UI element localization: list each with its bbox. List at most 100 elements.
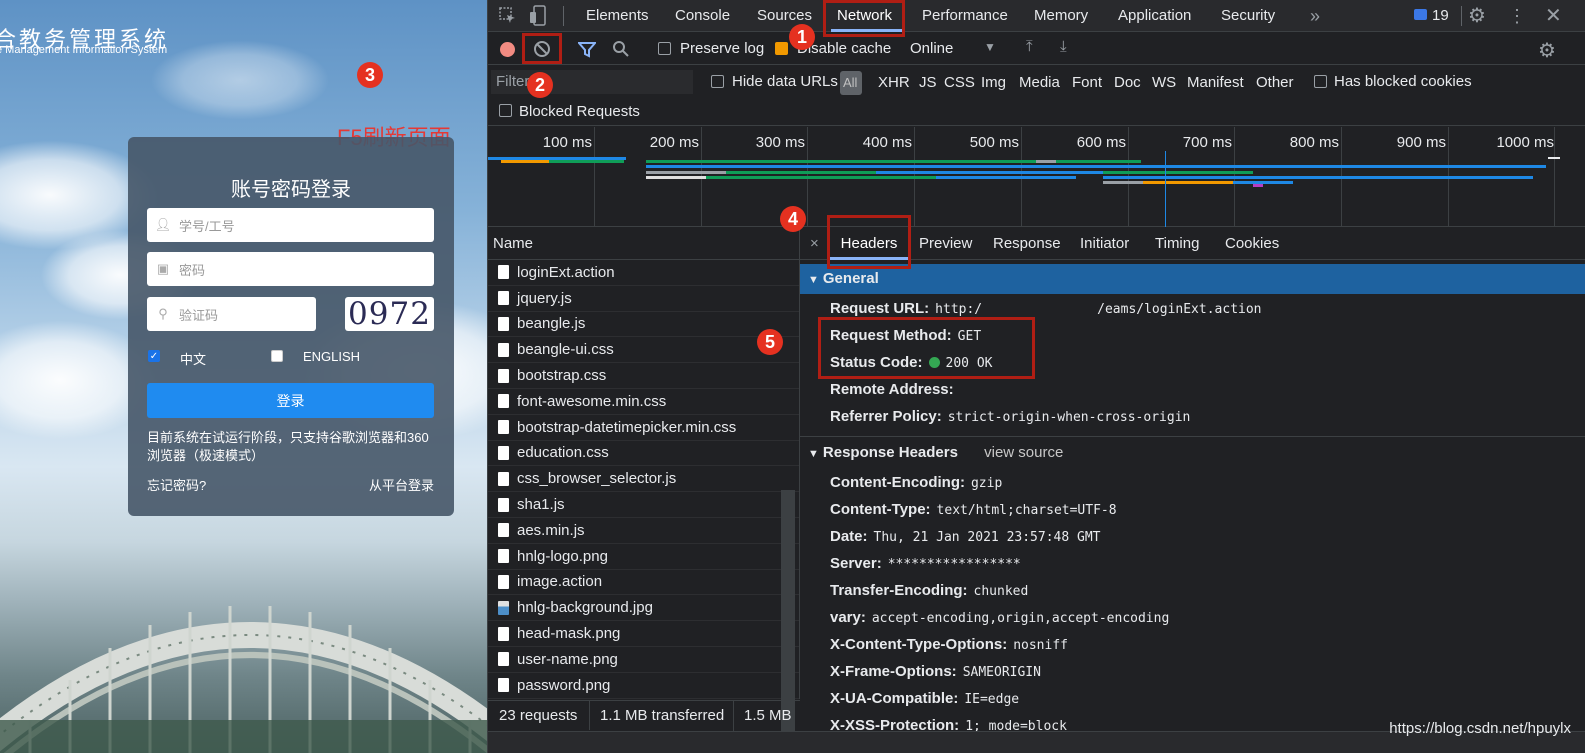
response-header-row: Server: ***************** (830, 555, 1021, 572)
disable-cache-checkbox[interactable] (775, 42, 788, 55)
tab-cookies[interactable]: Cookies (1225, 228, 1279, 260)
general-section-header[interactable]: ▼ General (800, 264, 1585, 294)
request-row[interactable]: image.action (488, 570, 799, 596)
document-file-icon (498, 678, 509, 693)
more-tabs-button[interactable]: » (1310, 0, 1320, 32)
type-filter-font[interactable]: Font (1072, 74, 1102, 91)
blocked-requests-checkbox[interactable] (499, 104, 512, 117)
timeline-tick-label: 900 ms (1396, 134, 1446, 151)
settings-gear-icon[interactable]: ⚙ (1468, 0, 1486, 32)
preserve-log-checkbox[interactable] (658, 42, 671, 55)
record-icon[interactable] (500, 42, 515, 57)
request-row[interactable]: sha1.js (488, 492, 799, 518)
type-filter-img[interactable]: Img (981, 74, 1006, 91)
device-toolbar-icon[interactable] (529, 5, 547, 27)
throttle-select[interactable]: Online (910, 40, 953, 57)
filter-bar: Filter Hide data URLs All XHR JS CSS Img… (488, 66, 1585, 126)
request-row[interactable]: beangle-ui.css (488, 337, 799, 364)
lang-en-checkbox[interactable] (271, 350, 283, 362)
response-header-row: Date: Thu, 21 Jan 2021 23:57:48 GMT (830, 528, 1101, 545)
password-input[interactable]: ▣ 密码 (147, 252, 434, 286)
source-watermark: https://blog.csdn.net/hpuylx (1389, 720, 1571, 737)
lang-cn-label: 中文 (180, 352, 207, 367)
timeline-bar (1253, 184, 1263, 187)
view-source-link[interactable]: view source (984, 444, 1063, 461)
tab-timing[interactable]: Timing (1155, 228, 1199, 260)
timeline-bar (876, 171, 1106, 174)
platform-login-link[interactable]: 从平台登录 (369, 475, 434, 494)
request-row[interactable]: head-mask.png (488, 621, 799, 647)
request-row[interactable]: jquery.js (488, 286, 799, 312)
type-filter-ws[interactable]: WS (1152, 74, 1176, 91)
response-header-row: X-Content-Type-Options: nosniff (830, 636, 1068, 653)
tab-console[interactable]: Console (675, 0, 730, 32)
captcha-input[interactable]: ⚲ 验证码 (147, 297, 316, 331)
request-name: bootstrap-datetimepicker.min.css (517, 418, 737, 436)
request-name: font-awesome.min.css (517, 392, 667, 410)
tab-headers[interactable]: Headers (830, 228, 908, 260)
has-blocked-cookies-checkbox[interactable] (1314, 75, 1327, 88)
type-filter-xhr[interactable]: XHR (878, 74, 910, 91)
request-url-value-end: /eams/loginExt.action (1097, 302, 1262, 317)
network-timeline-overview[interactable]: 100 ms 200 ms 300 ms 400 ms 500 ms 600 m… (488, 127, 1585, 227)
issues-icon[interactable] (1414, 9, 1427, 20)
name-column-header[interactable]: Name (488, 228, 799, 260)
tab-performance[interactable]: Performance (922, 0, 1008, 32)
network-settings-gear-icon[interactable]: ⚙ (1538, 38, 1556, 63)
request-name: user-name.png (517, 650, 618, 668)
blocked-requests-label: Blocked Requests (519, 103, 640, 120)
divider (563, 6, 564, 26)
more-options-icon[interactable]: ⋮ (1508, 0, 1526, 32)
request-row[interactable]: loginExt.action (488, 260, 799, 286)
type-filter-js[interactable]: JS (919, 74, 937, 91)
search-icon[interactable] (612, 40, 630, 58)
tab-preview[interactable]: Preview (919, 228, 972, 260)
tab-response[interactable]: Response (993, 228, 1061, 260)
request-row[interactable]: bootstrap.css (488, 363, 799, 389)
tab-application[interactable]: Application (1118, 0, 1191, 32)
inspect-element-icon[interactable] (499, 7, 517, 25)
type-filter-other[interactable]: Other (1256, 74, 1294, 91)
username-input[interactable]: 👤︎ 学号/工号 (147, 208, 434, 242)
clear-icon[interactable] (533, 40, 551, 58)
tab-initiator[interactable]: Initiator (1080, 228, 1129, 260)
type-filter-doc[interactable]: Doc (1114, 74, 1141, 91)
header-key: X-UA-Compatible: (830, 690, 959, 707)
request-row[interactable]: aes.min.js (488, 518, 799, 544)
hide-data-urls-checkbox[interactable] (711, 75, 724, 88)
request-row[interactable]: beangle.js (488, 312, 799, 338)
request-row[interactable]: password.png (488, 673, 799, 699)
network-summary-bar: 23 requests 1.1 MB transferred 1.5 MB r (488, 700, 800, 753)
type-filter-manifest[interactable]: Manifest (1187, 74, 1244, 91)
header-key: X-Content-Type-Options: (830, 636, 1008, 653)
login-panel: 账号密码登录 👤︎ 学号/工号 ▣ 密码 ⚲ 验证码 0972 ✓ 中文 ENG… (128, 137, 454, 516)
issues-count[interactable]: 19 (1432, 0, 1449, 32)
request-row[interactable]: education.css (488, 441, 799, 467)
upload-icon[interactable]: ⤒ (1026, 38, 1033, 55)
tab-network[interactable]: Network (837, 0, 892, 32)
download-icon[interactable]: ⤓ (1060, 38, 1067, 55)
tab-elements[interactable]: Elements (586, 0, 649, 32)
tab-security[interactable]: Security (1221, 0, 1275, 32)
close-details-icon[interactable]: × (810, 228, 819, 260)
forgot-password-link[interactable]: 忘记密码? (147, 475, 206, 494)
filter-input[interactable]: Filter (491, 70, 693, 94)
filter-icon[interactable] (578, 41, 596, 58)
tab-memory[interactable]: Memory (1034, 0, 1088, 32)
type-filter-media[interactable]: Media (1019, 74, 1060, 91)
type-filter-all[interactable]: All (843, 75, 857, 90)
request-row[interactable]: font-awesome.min.css (488, 389, 799, 415)
response-headers-section-header[interactable]: ▼ Response Headers view source (800, 438, 1585, 468)
request-row[interactable]: user-name.png (488, 647, 799, 673)
request-row[interactable]: bootstrap-datetimepicker.min.css (488, 415, 799, 441)
chevron-down-icon[interactable]: ▼ (984, 40, 996, 54)
request-name: loginExt.action (517, 263, 615, 281)
request-row[interactable]: hnlg-background.jpg (488, 595, 799, 622)
close-icon[interactable]: ✕ (1545, 0, 1562, 32)
type-filter-css[interactable]: CSS (944, 74, 975, 91)
captcha-image[interactable]: 0972 (345, 297, 434, 331)
request-row[interactable]: css_browser_selector.js (488, 466, 799, 493)
lang-cn-checkbox[interactable]: ✓ (148, 350, 160, 362)
request-row[interactable]: hnlg-logo.png (488, 544, 799, 570)
login-button[interactable]: 登录 (147, 383, 434, 418)
